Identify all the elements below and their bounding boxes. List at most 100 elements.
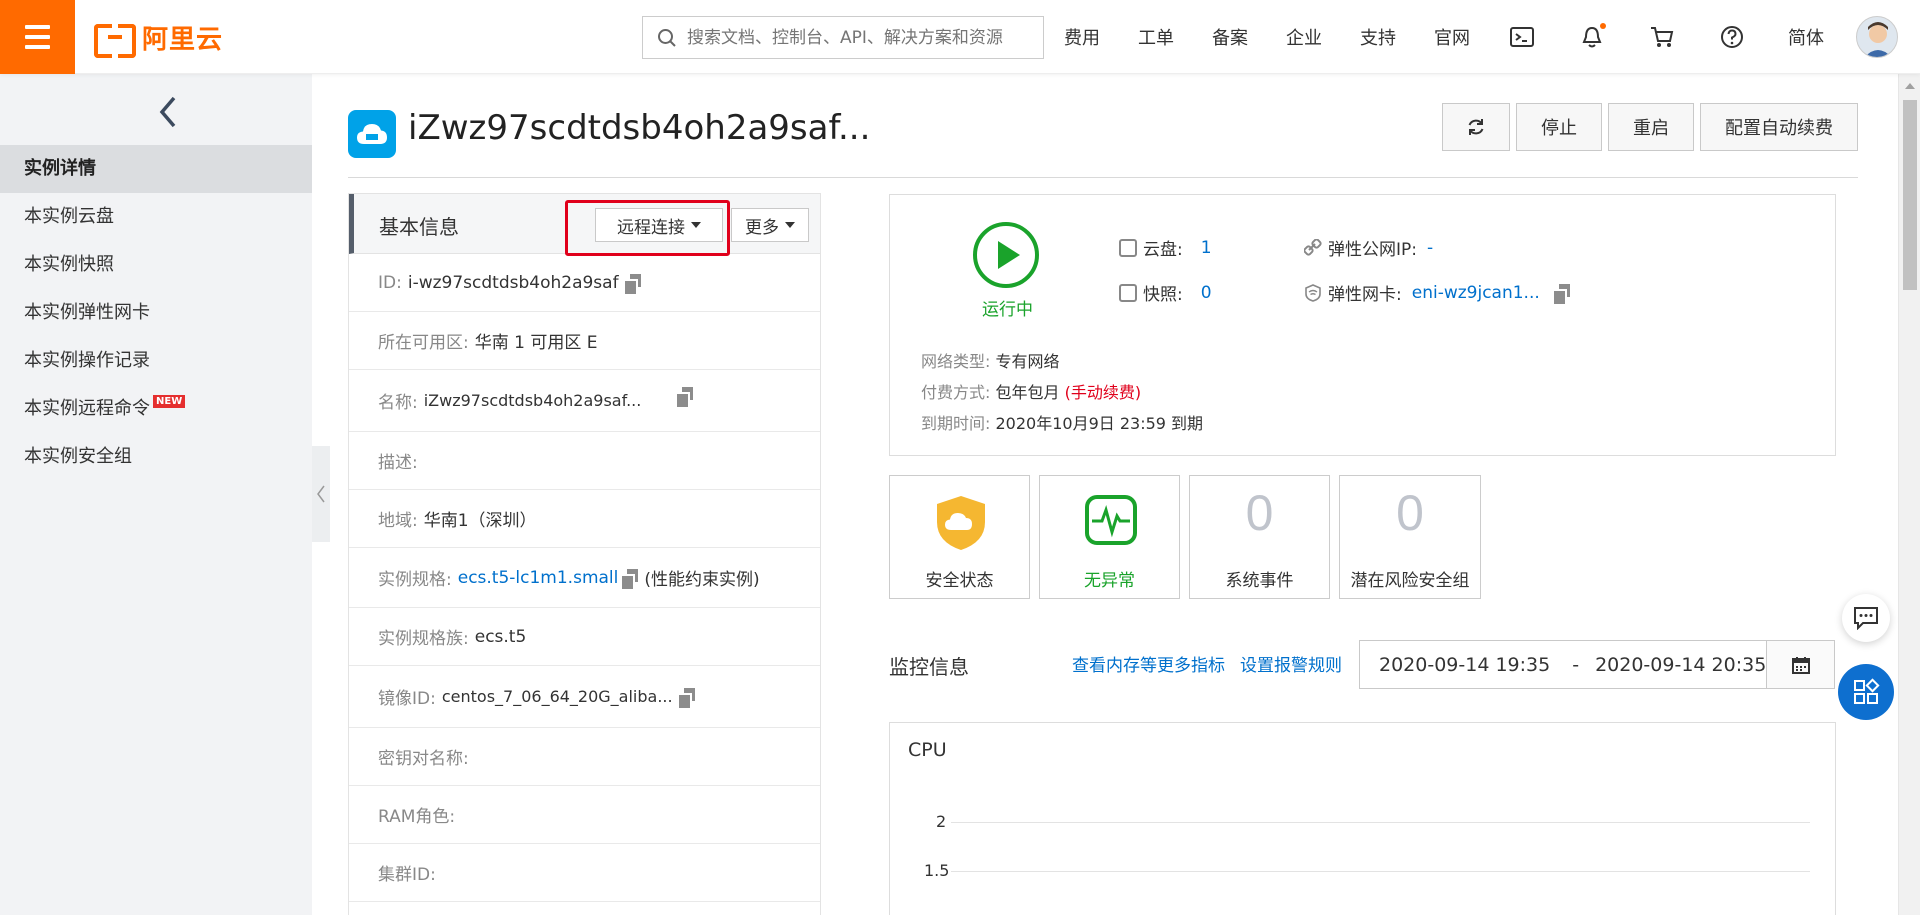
info-value: iZwz97scdtdsb4oh2a9saf... xyxy=(423,391,642,410)
info-label: 地域: xyxy=(378,511,418,531)
more-label: 更多 xyxy=(745,217,779,238)
info-label: 集群ID: xyxy=(378,865,436,885)
info-value: 华南1（深圳） xyxy=(423,511,537,531)
sidebar-item-label: 本实例快照 xyxy=(24,254,114,275)
sidebar-item-eni[interactable]: 本实例弹性网卡 xyxy=(0,289,312,337)
network-type: 网络类型: 专有网络 xyxy=(921,348,1060,372)
date-to: 2020-09-14 20:35 xyxy=(1595,653,1767,676)
sidebar-item-operation-log[interactable]: 本实例操作记录 xyxy=(0,337,312,385)
hamburger-menu-button[interactable] xyxy=(0,0,75,74)
terminal-icon[interactable] xyxy=(1508,23,1536,51)
sidebar-item-snapshots[interactable]: 本实例快照 xyxy=(0,241,312,289)
sidebar-item-label: 本实例操作记录 xyxy=(24,350,150,371)
auto-renew-button[interactable]: 配置自动续费 xyxy=(1700,103,1858,151)
network-value: 专有网络 xyxy=(995,352,1060,371)
manual-renew-note[interactable]: (手动续费) xyxy=(1065,383,1142,402)
instance-status-card: 运行中 云盘: 1 快照: 0 弹性公网IP: - 弹性网卡: eni-wz9j… xyxy=(889,194,1836,456)
risky-security-groups-count: 0 xyxy=(1396,485,1424,541)
page-scrollbar[interactable] xyxy=(1898,74,1920,915)
apps-button[interactable] xyxy=(1838,664,1894,720)
new-badge: NEW xyxy=(153,395,186,408)
copy-icon[interactable] xyxy=(624,273,641,294)
system-events-tile[interactable]: 0 系统事件 xyxy=(1189,475,1330,599)
health-monitor-icon xyxy=(1085,495,1137,545)
scroll-up-arrow-icon[interactable] xyxy=(1904,82,1916,90)
search-box[interactable] xyxy=(642,16,1044,59)
calendar-icon xyxy=(1791,656,1810,674)
refresh-button[interactable] xyxy=(1442,103,1510,151)
snapshot-label: 快照: xyxy=(1143,285,1183,305)
expire-label: 到期时间: xyxy=(921,414,991,433)
security-status-tile[interactable]: 安全状态 xyxy=(889,475,1030,599)
sidebar-item-label: 本实例远程命令 xyxy=(24,398,150,419)
system-events-count: 0 xyxy=(1245,485,1274,541)
calendar-button[interactable] xyxy=(1766,641,1834,688)
info-row-zone: 所在可用区: 华南 1 可用区 E xyxy=(349,312,820,370)
more-metrics-link[interactable]: 查看内存等更多指标 xyxy=(1072,651,1225,676)
restart-button[interactable]: 重启 xyxy=(1608,103,1694,151)
sidebar-item-label: 本实例弹性网卡 xyxy=(24,302,150,323)
sidebar-item-label: 实例详情 xyxy=(24,158,96,179)
nav-support[interactable]: 支持 xyxy=(1360,24,1396,50)
info-value: 华南 1 可用区 E xyxy=(474,333,598,353)
sidebar-item-remote-commands[interactable]: 本实例远程命令 NEW xyxy=(0,385,312,433)
eni-icon xyxy=(1305,283,1321,302)
security-status-label: 安全状态 xyxy=(925,571,994,591)
nav-official-site[interactable]: 官网 xyxy=(1434,24,1470,50)
info-row-cluster-id: 集群ID: xyxy=(349,844,820,902)
sidebar: 实例详情 本实例云盘 本实例快照 本实例弹性网卡 本实例操作记录 本实例远程命令… xyxy=(0,74,312,915)
instance-type-link[interactable]: ecs.t5-lc1m1.small xyxy=(458,568,619,588)
info-label: ID: xyxy=(378,272,402,293)
disk-count-link[interactable]: 1 xyxy=(1201,238,1212,258)
info-row-image-id: 镜像ID: centos_7_06_64_20G_aliba... xyxy=(349,666,820,728)
gridline xyxy=(951,822,1810,823)
sidebar-item-instance-details[interactable]: 实例详情 xyxy=(0,145,312,193)
sidebar-collapse-handle[interactable] xyxy=(312,446,330,542)
snapshot-count-link[interactable]: 0 xyxy=(1201,283,1212,303)
copy-icon[interactable] xyxy=(678,687,695,708)
back-arrow-icon[interactable] xyxy=(156,94,180,130)
chat-button[interactable] xyxy=(1842,594,1890,642)
info-label: 所在可用区: xyxy=(378,333,469,353)
health-tile[interactable]: 无异常 xyxy=(1039,475,1180,599)
aliyun-logo[interactable]: 阿里云 xyxy=(94,22,223,58)
scroll-thumb[interactable] xyxy=(1903,100,1917,290)
nav-tickets[interactable]: 工单 xyxy=(1138,24,1174,50)
disk-stat: 云盘: 1 xyxy=(1119,235,1212,260)
stop-button[interactable]: 停止 xyxy=(1516,103,1602,151)
sidebar-item-label: 本实例安全组 xyxy=(24,446,132,467)
copy-icon[interactable] xyxy=(677,386,694,407)
billing-label: 付费方式: xyxy=(921,383,991,402)
risky-security-groups-tile[interactable]: 0 潜在风险安全组 xyxy=(1339,475,1481,599)
cart-icon[interactable] xyxy=(1648,23,1676,51)
cpu-chart-card: CPU 2 1.5 xyxy=(889,722,1836,915)
help-icon[interactable] xyxy=(1718,23,1746,51)
billing-method: 付费方式: 包年包月 (手动续费) xyxy=(921,379,1141,403)
top-nav: 费用 工单 备案 企业 支持 官网 简体 xyxy=(1064,0,1862,74)
more-button[interactable]: 更多 xyxy=(731,208,809,242)
info-row-ram-role: RAM角色: xyxy=(349,786,820,844)
language-switch[interactable]: 简体 xyxy=(1788,24,1824,50)
search-input[interactable] xyxy=(687,27,1027,48)
eip-label: 弹性公网IP: xyxy=(1328,240,1417,260)
alert-rules-link[interactable]: 设置报警规则 xyxy=(1240,651,1342,676)
aliyun-logo-icon xyxy=(94,24,136,58)
nav-icp[interactable]: 备案 xyxy=(1212,24,1248,50)
basic-info-title: 基本信息 xyxy=(379,215,459,239)
info-row-description: 描述: xyxy=(349,432,820,490)
monitor-title: 监控信息 xyxy=(889,655,969,679)
notification-dot xyxy=(1600,23,1606,29)
copy-icon[interactable] xyxy=(1553,283,1570,304)
eni-link[interactable]: eni-wz9jcan1... xyxy=(1412,283,1540,303)
avatar[interactable] xyxy=(1856,16,1898,58)
sidebar-item-disks[interactable]: 本实例云盘 xyxy=(0,193,312,241)
copy-icon[interactable] xyxy=(622,568,639,589)
bell-icon[interactable] xyxy=(1578,23,1606,51)
nav-billing[interactable]: 费用 xyxy=(1064,24,1100,50)
sidebar-item-security-groups[interactable]: 本实例安全组 xyxy=(0,433,312,481)
info-label: RAM角色: xyxy=(378,807,456,827)
date-range-picker[interactable]: 2020-09-14 19:35 - 2020-09-14 20:35 xyxy=(1359,640,1835,689)
nav-enterprise[interactable]: 企业 xyxy=(1286,24,1322,50)
health-label: 无异常 xyxy=(1084,571,1135,591)
header-divider xyxy=(348,177,1858,178)
